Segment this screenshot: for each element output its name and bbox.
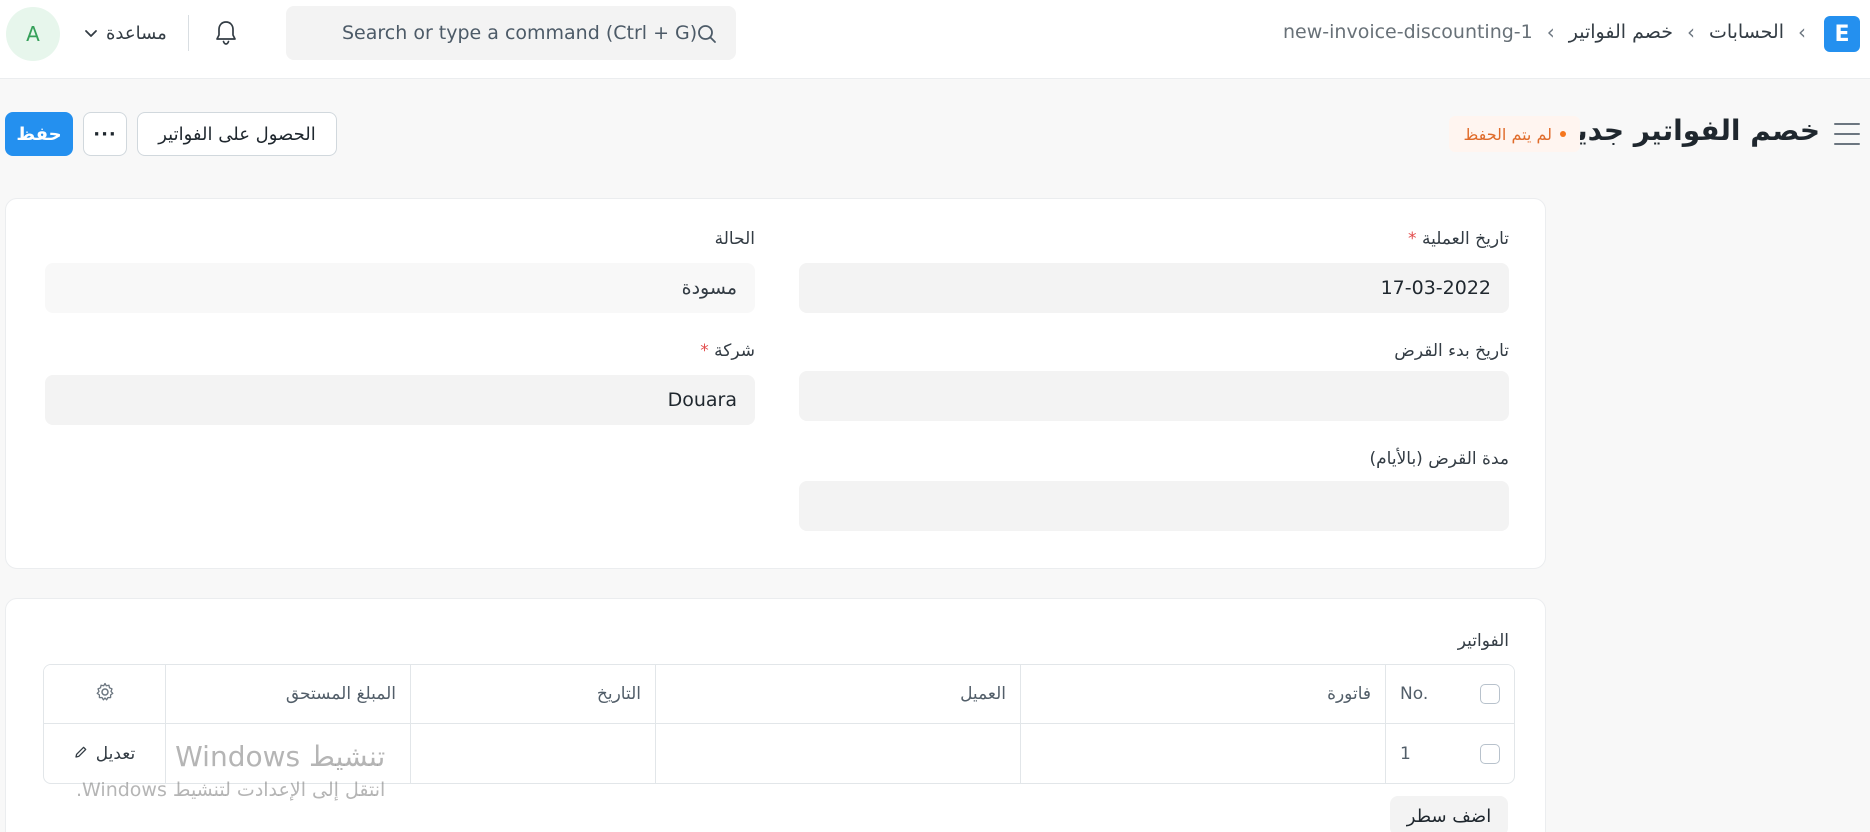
status-text: لم يتم الحفظ bbox=[1463, 124, 1552, 144]
cell-invoice[interactable] bbox=[1021, 724, 1386, 783]
posting-date-label: تاريخ العملية * bbox=[1408, 229, 1509, 249]
column-header-invoice[interactable]: فاتورة bbox=[1021, 665, 1386, 723]
column-header-no: No. bbox=[1386, 665, 1514, 723]
navbar: A مساعدة Search or type a command (Ctrl … bbox=[0, 0, 1870, 79]
status-field: مسودة bbox=[45, 263, 755, 313]
status-badge: لم يتم الحفظ bbox=[1449, 116, 1580, 152]
select-all-checkbox[interactable] bbox=[1480, 684, 1500, 704]
cell-outstanding[interactable] bbox=[166, 724, 411, 783]
more-actions-button[interactable]: ··· bbox=[83, 112, 127, 156]
table-row[interactable]: تعديل 1 bbox=[44, 724, 1514, 783]
company-input[interactable]: Douara bbox=[45, 375, 755, 425]
cell-date[interactable] bbox=[411, 724, 656, 783]
navbar-divider bbox=[188, 15, 189, 51]
row-edit-cell: تعديل bbox=[44, 724, 166, 783]
sidebar-toggle-icon[interactable] bbox=[1834, 123, 1860, 145]
avatar[interactable]: A bbox=[6, 7, 60, 61]
cell-customer[interactable] bbox=[656, 724, 1021, 783]
search-placeholder: Search or type a command (Ctrl + G) bbox=[342, 22, 698, 44]
required-mark: * bbox=[1408, 229, 1417, 249]
add-row-button[interactable]: اضف سطر bbox=[1390, 796, 1508, 832]
breadcrumb: › الحسابات › خصم الفواتير › new-invoice-… bbox=[1283, 17, 1806, 47]
required-mark: * bbox=[700, 341, 709, 361]
help-label: مساعدة bbox=[106, 22, 167, 44]
search-bar[interactable]: Search or type a command (Ctrl + G) bbox=[286, 6, 736, 60]
form-section-details: تاريخ العملية * 17-03-2022 الحالة مسودة … bbox=[5, 198, 1546, 569]
loan-period-input[interactable] bbox=[799, 481, 1509, 531]
page-title: خصم الفواتير جديد bbox=[1560, 114, 1820, 147]
status-dot-icon bbox=[1560, 131, 1566, 137]
gear-icon[interactable] bbox=[95, 682, 115, 707]
row-select-checkbox[interactable] bbox=[1480, 744, 1500, 764]
column-header-outstanding[interactable]: المبلغ المستحق bbox=[166, 665, 411, 723]
loan-start-date-label: تاريخ بدء القرض bbox=[1394, 341, 1509, 361]
form-section-invoices: الفواتير المبلغ المستحق التاريخ العميل ف… bbox=[5, 598, 1546, 832]
column-header-date[interactable]: التاريخ bbox=[411, 665, 656, 723]
breadcrumb-current-doc[interactable]: new-invoice-discounting-1 bbox=[1283, 21, 1533, 43]
breadcrumb-accounts[interactable]: الحسابات bbox=[1709, 21, 1784, 43]
posting-date-input[interactable]: 17-03-2022 bbox=[799, 263, 1509, 313]
chevron-left-icon: › bbox=[1798, 20, 1806, 44]
cell-row-no: 1 bbox=[1386, 724, 1514, 783]
company-label: شركة * bbox=[700, 341, 755, 361]
table-settings-cell bbox=[44, 665, 166, 723]
row-edit-button[interactable]: تعديل bbox=[74, 744, 135, 764]
pencil-icon bbox=[74, 744, 88, 764]
loan-start-date-input[interactable] bbox=[799, 371, 1509, 421]
chevron-left-icon: › bbox=[1686, 20, 1695, 44]
search-icon bbox=[696, 23, 718, 45]
table-header-row: المبلغ المستحق التاريخ العميل فاتورة No. bbox=[44, 665, 1514, 724]
notification-bell-icon[interactable] bbox=[212, 18, 240, 48]
status-label: الحالة bbox=[714, 229, 755, 249]
help-dropdown[interactable]: مساعدة bbox=[84, 20, 167, 46]
invoices-table: المبلغ المستحق التاريخ العميل فاتورة No.… bbox=[43, 664, 1515, 784]
app-logo[interactable]: E bbox=[1824, 16, 1860, 52]
loan-period-label: مدة القرض (بالأيام) bbox=[1369, 449, 1510, 469]
get-invoices-button[interactable]: الحصول على الفواتير bbox=[137, 112, 337, 156]
chevron-left-icon: › bbox=[1546, 20, 1555, 44]
save-button[interactable]: حفظ bbox=[5, 112, 73, 156]
breadcrumb-invoice-discounting[interactable]: خصم الفواتير bbox=[1569, 21, 1673, 43]
column-header-customer[interactable]: العميل bbox=[656, 665, 1021, 723]
chevron-down-icon bbox=[84, 23, 98, 44]
invoices-section-label: الفواتير bbox=[1457, 631, 1509, 651]
